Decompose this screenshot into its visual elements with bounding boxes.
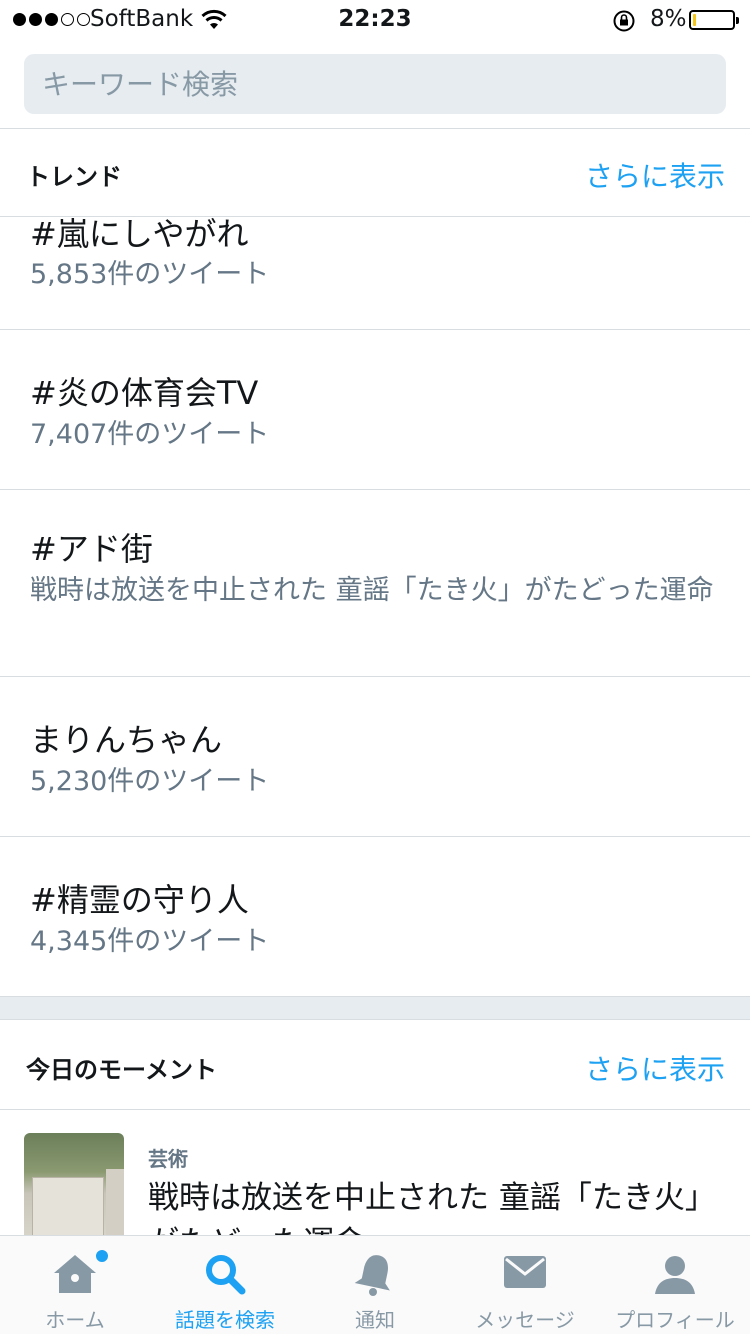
- tab-label: メッセージ: [475, 1308, 575, 1332]
- trend-description: 戦時は放送を中止された 童謡「たき火」がたどった運命: [30, 575, 714, 606]
- section-separator: [0, 996, 750, 1020]
- trend-title: #炎の体育会TV: [30, 374, 259, 412]
- tab-notifications[interactable]: 通知: [300, 1236, 450, 1335]
- trend-item[interactable]: #アド街 戦時は放送を中止された 童謡「たき火」がたどった運命: [0, 490, 750, 676]
- trend-title: #精霊の守り人: [30, 881, 249, 919]
- tab-home[interactable]: ホーム: [0, 1236, 150, 1335]
- trend-title: まりんちゃん: [30, 721, 223, 759]
- rotation-lock-icon: [613, 10, 635, 32]
- tab-label: プロフィール: [615, 1308, 735, 1332]
- tab-search[interactable]: 話題を検索: [150, 1236, 300, 1335]
- moment-item[interactable]: 芸術 戦時は放送を中止された 童謡「たき火」がたどった運命: [0, 1110, 750, 1235]
- trend-tweet-count: 7,407件のツイート: [30, 419, 270, 450]
- search-bar[interactable]: [24, 54, 726, 114]
- trend-tweet-count: 5,853件のツイート: [30, 259, 270, 290]
- battery-percent: 8%: [650, 6, 687, 32]
- trend-item[interactable]: まりんちゃん 5,230件のツイート: [0, 677, 750, 836]
- tab-profile[interactable]: プロフィール: [600, 1236, 750, 1335]
- bell-icon: [354, 1255, 390, 1296]
- search-icon: [206, 1255, 246, 1295]
- trend-tweet-count: 5,230件のツイート: [30, 766, 270, 797]
- trend-item[interactable]: #炎の体育会TV 7,407件のツイート: [0, 330, 750, 489]
- tab-label: 通知: [355, 1308, 395, 1332]
- home-icon: [54, 1255, 96, 1293]
- clock: 22:23: [338, 6, 412, 32]
- moment-title: 戦時は放送を中止された 童謡「たき火」がたどった運命: [148, 1180, 716, 1235]
- trends-title: トレンド: [26, 163, 122, 191]
- battery-icon: [689, 10, 739, 30]
- trend-item[interactable]: #嵐にしやがれ 5,853件のツイート: [0, 217, 750, 329]
- moments-title: 今日のモーメント: [26, 1056, 218, 1084]
- moment-category: 芸術: [148, 1147, 188, 1171]
- moments-more-link[interactable]: さらに表示: [585, 1048, 725, 1088]
- status-bar: SoftBank 22:23 8%: [0, 0, 750, 42]
- trends-header: トレンド さらに表示: [0, 129, 750, 215]
- envelope-icon: [504, 1256, 546, 1288]
- trend-title: #嵐にしやがれ: [30, 217, 249, 253]
- trends-more-link[interactable]: さらに表示: [585, 155, 725, 195]
- tab-label: 話題を検索: [175, 1308, 275, 1332]
- tab-bar: ホーム 話題を検索 通知 メッセージ プロフィール: [0, 1235, 750, 1334]
- trend-title: #アド街: [30, 530, 153, 568]
- search-input[interactable]: [24, 54, 726, 114]
- tab-messages[interactable]: メッセージ: [450, 1236, 600, 1335]
- trend-tweet-count: 4,345件のツイート: [30, 926, 270, 957]
- moment-thumbnail: [24, 1133, 124, 1235]
- moments-header: 今日のモーメント さらに表示: [0, 1022, 750, 1108]
- trend-item[interactable]: #精霊の守り人 4,345件のツイート: [0, 837, 750, 996]
- tab-label: ホーム: [45, 1308, 105, 1332]
- person-icon: [655, 1256, 695, 1294]
- notification-dot: [94, 1248, 110, 1264]
